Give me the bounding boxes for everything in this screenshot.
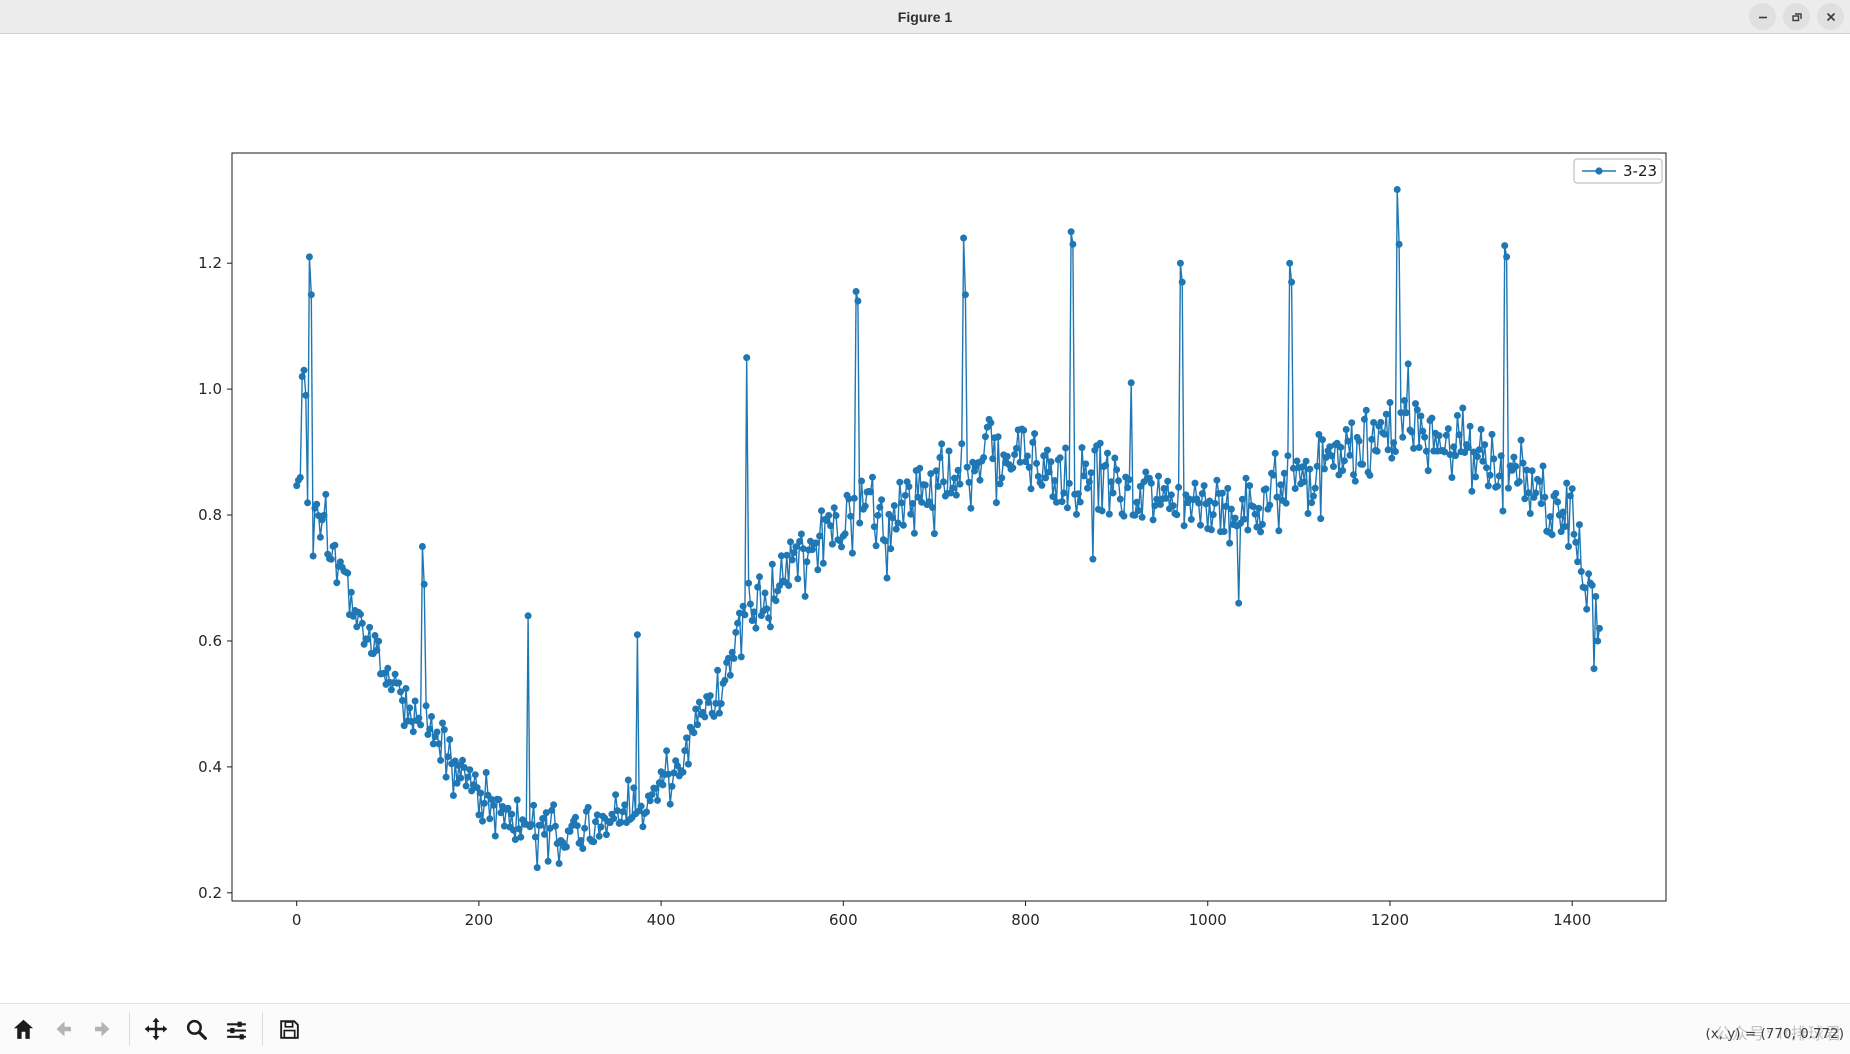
y-tick-label: 1.2	[198, 254, 222, 272]
series-markers	[297, 190, 1600, 868]
toolbar-separator	[262, 1012, 263, 1046]
x-tick-label: 1200	[1371, 911, 1409, 929]
plot-area[interactable]: 0 200 400 600 800 1000 1200 1400 0.2 0.4 0.6 0.8 1.0…	[0, 34, 1850, 1003]
y-tick-label: 0.6	[198, 632, 222, 650]
window-title: Figure 1	[898, 9, 952, 25]
x-tick-label: 800	[1011, 911, 1040, 929]
subplots-button[interactable]	[217, 1010, 255, 1048]
statusbar: 公众号: it排球君 (x, y) = (770, 0.772)	[1545, 1016, 1845, 1050]
y-tick-label: 1.0	[198, 380, 222, 398]
figure-canvas[interactable]: 0 200 400 600 800 1000 1200 1400 0.2 0.4 0.6 0.8 1.0…	[0, 34, 1850, 1003]
home-button[interactable]	[4, 1010, 42, 1048]
x-tick-label: 400	[647, 911, 676, 929]
pan-icon	[143, 1016, 169, 1042]
maximize-button[interactable]	[1783, 3, 1810, 30]
axis-ticks: 0 200 400 600 800 1000 1200 1400 0.2 0.4 0.6 0.8 1.0…	[198, 254, 1591, 929]
close-button[interactable]	[1817, 3, 1844, 30]
cursor-coordinates: (x, y) = (770, 0.772)	[1705, 1026, 1844, 1042]
legend-marker-sample	[1595, 167, 1602, 174]
x-tick-label: 1400	[1553, 911, 1591, 929]
x-tick-label: 1000	[1189, 911, 1227, 929]
back-button[interactable]	[44, 1010, 82, 1048]
zoom-rect-icon	[184, 1017, 209, 1042]
y-tick-label: 0.4	[198, 758, 222, 776]
save-icon	[277, 1017, 302, 1042]
forward-button[interactable]	[84, 1010, 122, 1048]
close-icon	[1823, 9, 1839, 25]
zoom-button[interactable]	[177, 1010, 215, 1048]
window-controls	[1749, 3, 1844, 30]
home-icon	[11, 1017, 36, 1042]
legend-label: 3-23	[1623, 162, 1657, 180]
back-arrow-icon	[51, 1017, 75, 1041]
forward-arrow-icon	[91, 1017, 115, 1041]
titlebar: Figure 1	[0, 0, 1850, 34]
legend[interactable]: 3-23	[1574, 159, 1662, 183]
y-tick-label: 0.2	[198, 884, 222, 902]
restore-icon	[1789, 9, 1805, 25]
toolbar-separator	[129, 1012, 130, 1046]
y-tick-label: 0.8	[198, 506, 222, 524]
x-tick-label: 600	[829, 911, 858, 929]
save-button[interactable]	[270, 1010, 308, 1048]
pan-button[interactable]	[137, 1010, 175, 1048]
minimize-button[interactable]	[1749, 3, 1776, 30]
axes-spines	[232, 153, 1666, 901]
series-line	[297, 190, 1600, 868]
sliders-icon	[224, 1017, 249, 1042]
x-tick-label: 200	[465, 911, 494, 929]
minimize-icon	[1755, 9, 1771, 25]
x-tick-label: 0	[292, 911, 302, 929]
